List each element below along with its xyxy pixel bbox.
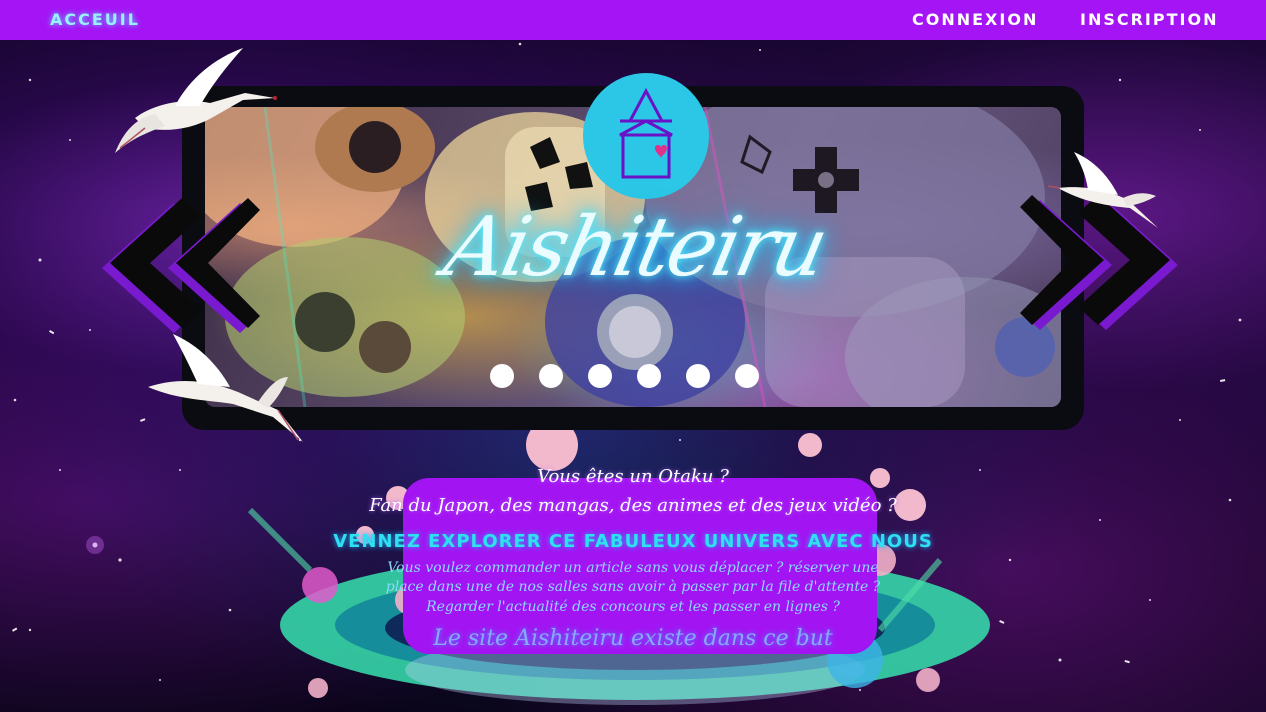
crane-bird-icon xyxy=(115,48,277,153)
slider-dot-6[interactable] xyxy=(735,364,759,388)
slider-dot-5[interactable] xyxy=(686,364,710,388)
double-chevron-left-icon xyxy=(102,198,260,333)
intro-closing: Le site Aishiteiru existe dans ce but xyxy=(433,626,833,651)
slider-prev-button[interactable] xyxy=(102,198,262,338)
intro-question-otaku: Vous êtes un Otaku ? xyxy=(537,466,729,487)
site-logo-title: Aishiteiru xyxy=(436,200,834,295)
nav-link-home[interactable]: ACCEUIL xyxy=(50,10,140,30)
nav-link-login[interactable]: CONNEXION xyxy=(912,10,1038,30)
slider-dot-4[interactable] xyxy=(637,364,661,388)
crane-bird-icon xyxy=(148,334,303,442)
crane-bird-icon xyxy=(1048,152,1158,228)
top-navbar: ACCEUIL CONNEXION INSCRIPTION xyxy=(0,0,1266,40)
slider-dot-3[interactable] xyxy=(588,364,612,388)
slider-dot-1[interactable] xyxy=(490,364,514,388)
intro-tagline: VENNEZ EXPLORER CE FABULEUX UNIVERS AVEC… xyxy=(333,531,933,552)
intro-question-fan: Fan du Japon, des mangas, des animes et … xyxy=(369,495,897,516)
slider-pagination xyxy=(490,364,784,390)
intro-description-line-1: Vous voulez commander un article sans vo… xyxy=(387,560,879,576)
nav-link-register[interactable]: INSCRIPTION xyxy=(1080,10,1218,30)
intro-description-line-2: place dans une de nos salles sans avoir … xyxy=(385,579,881,595)
slider-dot-2[interactable] xyxy=(539,364,563,388)
intro-description-line-3: Regarder l'actualité des concours et les… xyxy=(426,599,840,615)
